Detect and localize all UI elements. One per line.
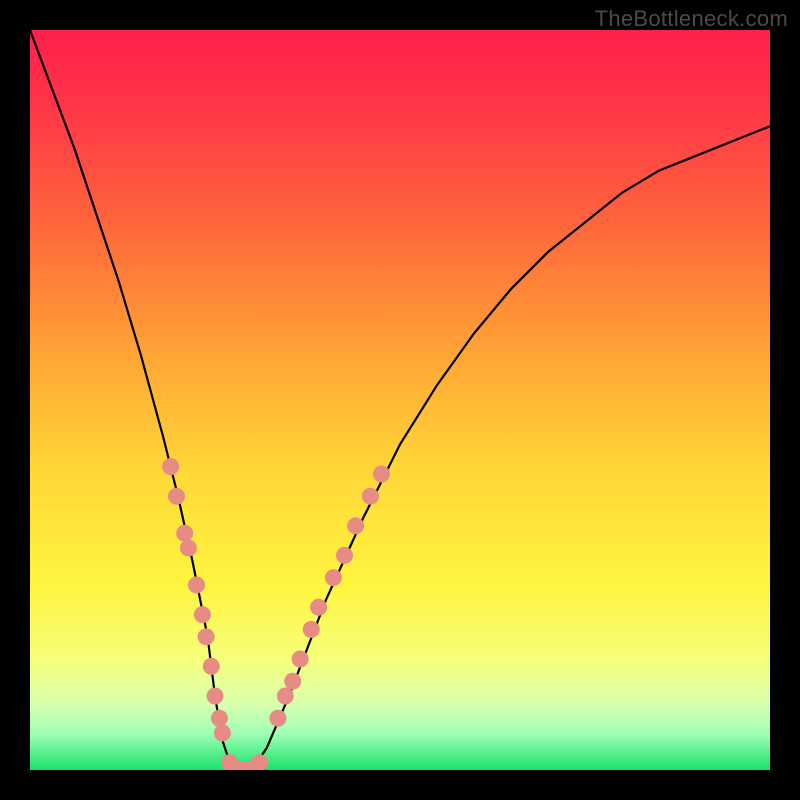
gradient-rect [30, 30, 770, 770]
data-point [198, 628, 215, 645]
data-point [269, 710, 286, 727]
watermark-text: TheBottleneck.com [595, 6, 788, 32]
data-point [373, 466, 390, 483]
data-point [347, 517, 364, 534]
data-point [325, 569, 342, 586]
data-point [207, 688, 224, 705]
data-point [194, 606, 211, 623]
data-point [168, 488, 185, 505]
data-point [211, 710, 228, 727]
data-point [336, 547, 353, 564]
data-point [292, 651, 309, 668]
data-point [277, 688, 294, 705]
data-point [162, 458, 179, 475]
data-point [180, 540, 197, 557]
chart-frame: TheBottleneck.com [0, 0, 800, 800]
data-point [203, 658, 220, 675]
data-point [176, 525, 193, 542]
data-point [303, 621, 320, 638]
chart-svg [30, 30, 770, 770]
data-point [362, 488, 379, 505]
data-point [188, 577, 205, 594]
plot-area [30, 30, 770, 770]
data-point [284, 673, 301, 690]
data-point [214, 725, 231, 742]
data-point [310, 599, 327, 616]
